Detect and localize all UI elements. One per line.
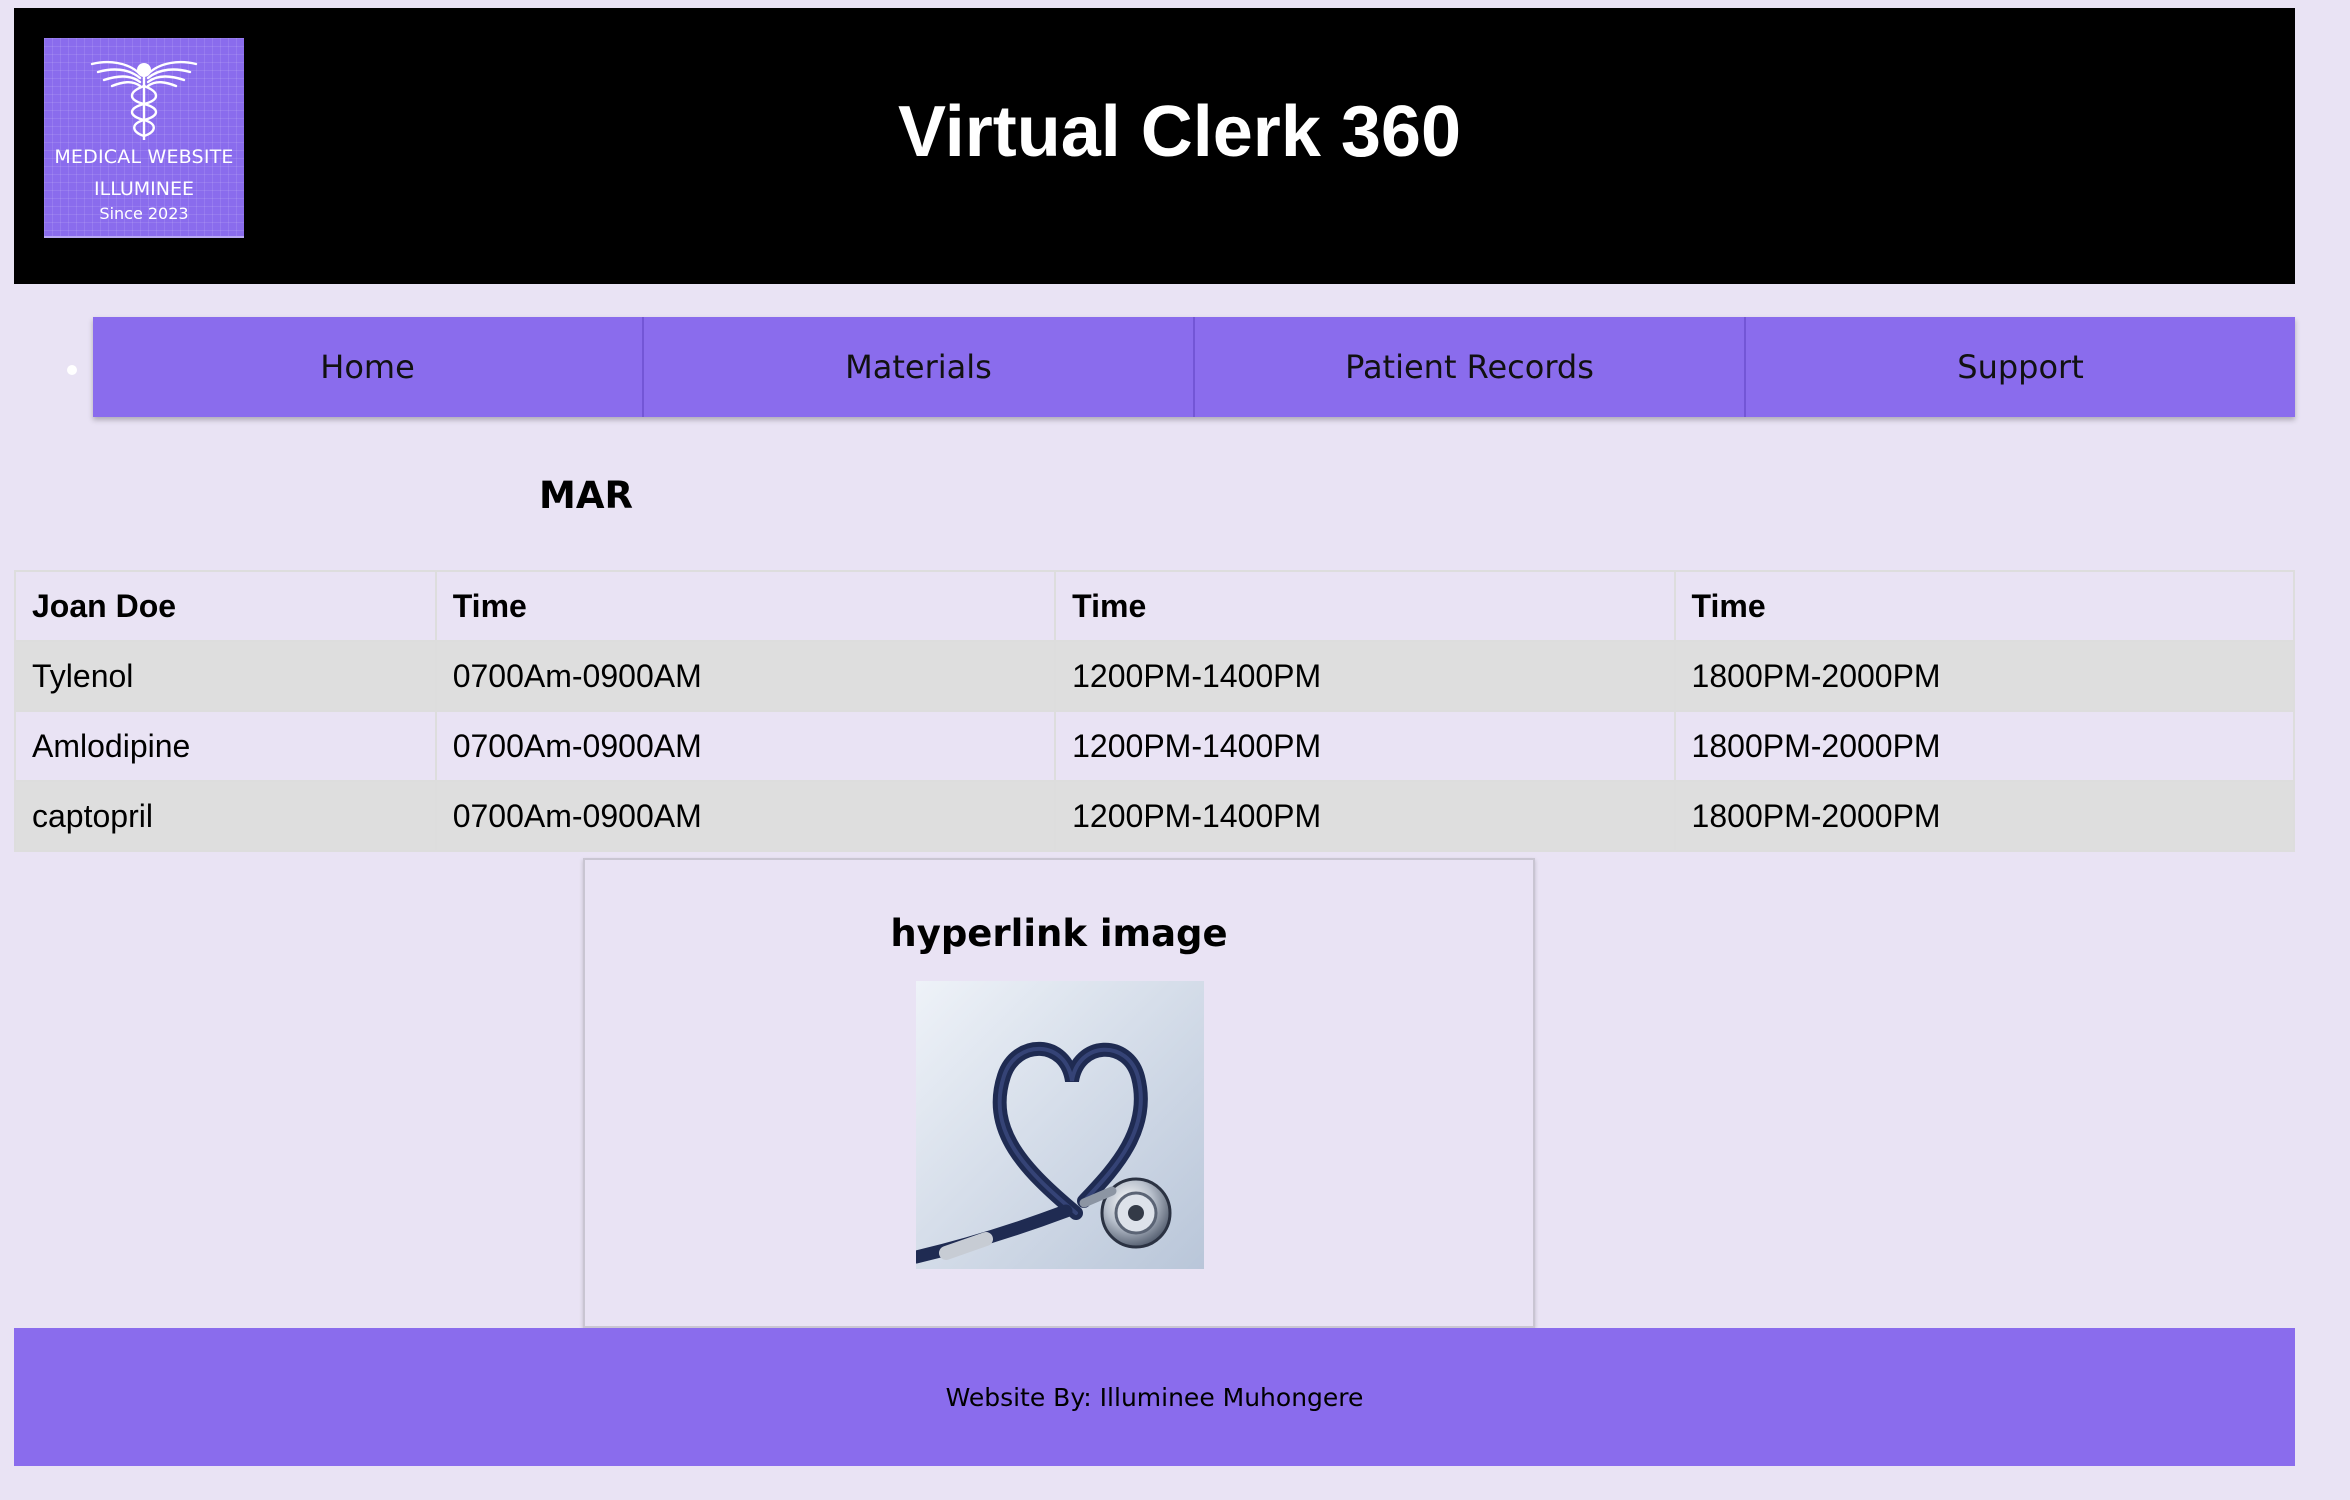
logo-text-line2: ILLUMINEE [94, 178, 194, 200]
column-header-time: Time [1673, 570, 2296, 642]
card-title: hyperlink image [890, 912, 1228, 955]
column-header-time: Time [434, 570, 1057, 642]
hyperlink-image-card: hyperlink image [583, 858, 1535, 1328]
mar-table: Joan Doe Time Time Time Tylenol 0700Am-0… [14, 570, 2296, 852]
table-header-row: Joan Doe Time Time Time [14, 570, 2296, 642]
site-footer: Website By: Illuminee Muhongere [14, 1328, 2295, 1466]
logo-text-line3: Since 2023 [99, 204, 189, 223]
site-title: Virtual Clerk 360 [898, 92, 1461, 172]
nav-item-home[interactable]: Home [93, 317, 642, 417]
table-row: captopril 0700Am-0900AM 1200PM-1400PM 18… [14, 780, 2296, 852]
time-cell: 1200PM-1400PM [1054, 640, 1676, 712]
time-cell: 0700Am-0900AM [434, 710, 1057, 782]
table-row: Tylenol 0700Am-0900AM 1200PM-1400PM 1800… [14, 640, 2296, 712]
time-cell: 1800PM-2000PM [1673, 780, 2296, 852]
medication-cell: Amlodipine [14, 710, 437, 782]
nav-item-support[interactable]: Support [1744, 317, 2295, 417]
medication-cell: captopril [14, 780, 437, 852]
mar-heading: MAR [539, 474, 633, 517]
table-row: Amlodipine 0700Am-0900AM 1200PM-1400PM 1… [14, 710, 2296, 782]
time-cell: 1200PM-1400PM [1054, 710, 1676, 782]
site-header: MEDICAL WEBSITE ILLUMINEE Since 2023 Vir… [14, 8, 2295, 284]
time-cell: 0700Am-0900AM [434, 780, 1057, 852]
time-cell: 1800PM-2000PM [1673, 640, 2296, 712]
footer-credit: Website By: Illuminee Muhongere [945, 1382, 1364, 1412]
column-header-time: Time [1054, 570, 1676, 642]
heart-stethoscope-image[interactable] [916, 981, 1204, 1269]
nav-bullet [67, 365, 77, 375]
nav-item-materials[interactable]: Materials [642, 317, 1193, 417]
column-header-patient: Joan Doe [14, 570, 437, 642]
time-cell: 1800PM-2000PM [1673, 710, 2296, 782]
time-cell: 0700Am-0900AM [434, 640, 1057, 712]
page: MEDICAL WEBSITE ILLUMINEE Since 2023 Vir… [0, 0, 2350, 1500]
main-nav: Home Materials Patient Records Support [93, 317, 2295, 417]
medication-cell: Tylenol [14, 640, 437, 712]
time-cell: 1200PM-1400PM [1054, 780, 1676, 852]
nav-item-patient-records[interactable]: Patient Records [1193, 317, 1744, 417]
